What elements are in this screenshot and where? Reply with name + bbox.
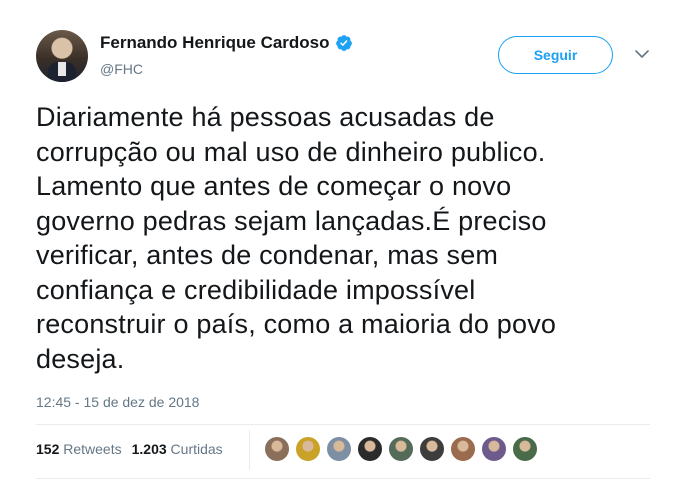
author-handle[interactable]: @FHC (100, 61, 143, 77)
liker-avatar[interactable] (295, 436, 321, 462)
liker-avatar[interactable] (388, 436, 414, 462)
author-avatar[interactable] (36, 30, 88, 82)
liker-avatar[interactable] (450, 436, 476, 462)
tweet-stats: 152 Retweets 1.203 Curtidas (36, 441, 223, 457)
author-name[interactable]: Fernando Henrique Cardoso (100, 33, 330, 53)
liker-avatar[interactable] (326, 436, 352, 462)
divider-top (36, 424, 650, 425)
liker-avatar[interactable] (481, 436, 507, 462)
liker-avatar[interactable] (419, 436, 445, 462)
likers-avatars (264, 436, 543, 462)
likes-stat[interactable]: 1.203 Curtidas (132, 441, 223, 457)
likes-label: Curtidas (170, 441, 223, 457)
likes-count: 1.203 (131, 441, 167, 457)
liker-avatar[interactable] (357, 436, 383, 462)
retweets-stat[interactable]: 152 Retweets (36, 441, 122, 457)
verified-badge-icon (335, 35, 352, 51)
retweets-label: Retweets (63, 441, 122, 457)
chevron-down-icon[interactable] (634, 48, 650, 60)
retweets-count: 152 (36, 441, 60, 457)
tweet-text: Diariamente há pessoas acusadas de corru… (36, 102, 557, 374)
liker-avatar[interactable] (512, 436, 538, 462)
follow-button[interactable]: Seguir (498, 36, 613, 74)
stats-separator (249, 430, 250, 470)
liker-avatar[interactable] (264, 436, 290, 462)
avatar-shirt (58, 62, 66, 76)
tweet-timestamp[interactable]: 12:45 - 15 de dez de 2018 (36, 394, 199, 410)
author-name-row: Fernando Henrique Cardoso (100, 33, 353, 53)
divider-bottom (36, 478, 650, 479)
